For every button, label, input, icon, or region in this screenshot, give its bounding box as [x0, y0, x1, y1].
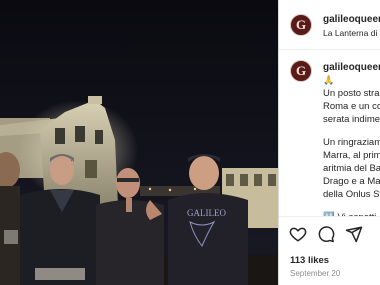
post-side-panel: G galileoqueen La Lanterna di F G galile…: [278, 0, 380, 285]
caption-line: Un ringraziam: [323, 137, 380, 148]
post-actions: 113 likes September 20: [279, 216, 380, 285]
caption-line: della Onlus St: [323, 189, 380, 200]
post-location[interactable]: La Lanterna di F: [323, 28, 380, 38]
photo-scene: GALILEO: [0, 0, 278, 285]
heart-icon[interactable]: [289, 225, 307, 243]
post-date[interactable]: September 20: [290, 269, 340, 278]
caption-line: Un posto stra: [323, 88, 380, 99]
post-caption: 🙏 Un posto stra Roma e un co serata indi…: [323, 74, 380, 224]
post-photo[interactable]: GALILEO: [0, 0, 278, 285]
account-avatar[interactable]: G: [290, 14, 312, 36]
caption-line: Drago e a Ma: [323, 176, 380, 187]
account-username[interactable]: galileoqueen: [323, 14, 380, 25]
share-icon[interactable]: [345, 225, 363, 243]
comment-icon[interactable]: [317, 225, 335, 243]
shirt-print-text: GALILEO: [187, 208, 226, 218]
post-header: G galileoqueen La Lanterna di F: [279, 0, 380, 50]
caption-username[interactable]: galileoqueen: [323, 62, 380, 73]
caption-line: Roma e un co: [323, 101, 380, 112]
caption-line: serata indime: [323, 114, 380, 125]
caption-line: aritmia del Ba: [323, 163, 380, 174]
caption-line: Marra, al prim: [323, 150, 380, 161]
caption-avatar[interactable]: G: [290, 60, 312, 82]
caption-emoji: 🙏: [323, 75, 335, 85]
likes-count[interactable]: 113 likes: [290, 255, 329, 266]
